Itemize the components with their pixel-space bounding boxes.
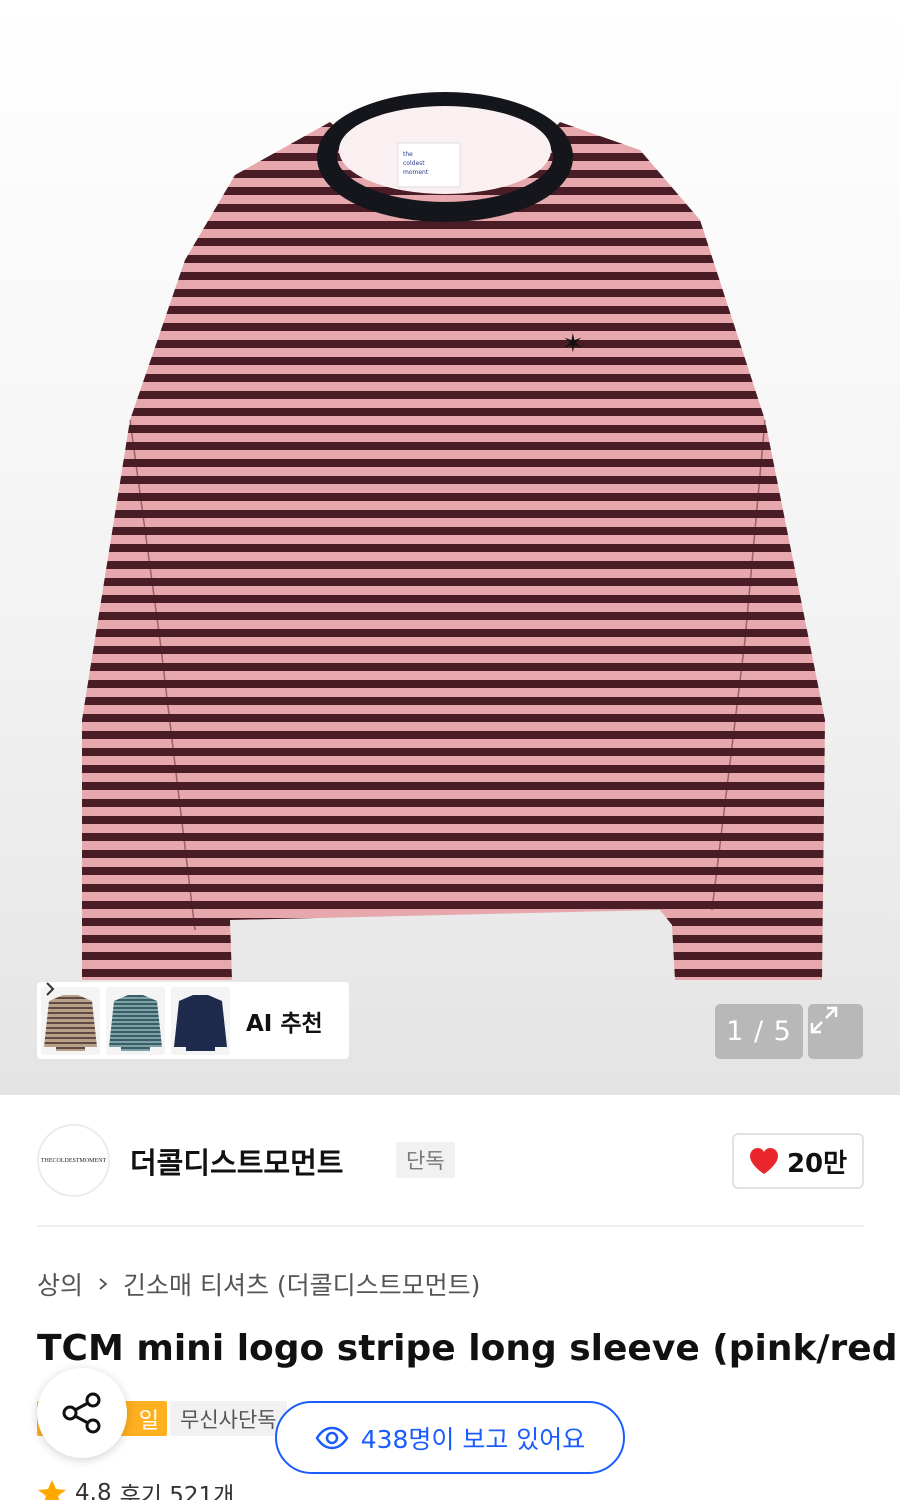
image-pager: 1 / 5: [715, 1004, 803, 1059]
brand-row: THECOLDESTMOMENT 더콜디스트모먼트 단독 20만: [37, 1124, 864, 1198]
like-button[interactable]: 20만: [732, 1133, 864, 1189]
navy-thumb[interactable]: [171, 986, 230, 1055]
chevron-right-icon: [46, 982, 55, 996]
svg-text:✶: ✶: [562, 329, 584, 359]
teal-stripe-thumb[interactable]: [106, 986, 165, 1055]
ai-recommend-card[interactable]: AI 추천: [37, 982, 349, 1059]
product-image: the coldest moment ✶: [82, 92, 825, 980]
review-count[interactable]: 후기 521개: [120, 1476, 235, 1500]
svg-text:coldest: coldest: [403, 160, 425, 167]
viewers-text: 438명이 보고 있어요: [360, 1424, 586, 1454]
viewers-pill[interactable]: 438명이 보고 있어요: [275, 1401, 625, 1474]
eye-icon: [315, 1426, 349, 1449]
heart-icon: [749, 1148, 778, 1174]
exclusive-badge: 단독: [396, 1142, 455, 1178]
product-image-gallery[interactable]: the coldest moment ✶ AI 추천 1 / 5: [0, 0, 900, 1095]
expand-image-button[interactable]: [808, 1004, 863, 1059]
product-title: TCM mini logo stripe long sleeve (pink/r…: [37, 1328, 900, 1369]
brand-logo[interactable]: THECOLDESTMOMENT: [37, 1124, 110, 1197]
expand-icon: [810, 1006, 838, 1034]
brand-logo-text: THECOLDESTMOMENT: [40, 1157, 107, 1164]
breadcrumb: 상의 긴소매 티셔츠 (더콜디스트모먼트): [37, 1266, 480, 1302]
breadcrumb-subcategory[interactable]: 긴소매 티셔츠 (더콜디스트모먼트): [123, 1266, 480, 1302]
svg-text:moment: moment: [403, 169, 429, 176]
brown-stripe-thumb[interactable]: [41, 986, 100, 1055]
like-count: 20만: [786, 1148, 848, 1179]
svg-text:the: the: [403, 151, 413, 158]
chevron-right-icon: [99, 1278, 108, 1290]
musinsa-exclusive-tag: 무신사단독: [170, 1401, 287, 1436]
brand-name[interactable]: 더콜디스트모먼트: [130, 1140, 343, 1182]
share-button[interactable]: [37, 1368, 127, 1458]
rating-score: 4.8: [75, 1480, 112, 1500]
divider: [37, 1225, 864, 1227]
share-icon: [62, 1392, 101, 1434]
star-icon: [38, 1480, 66, 1500]
breadcrumb-category[interactable]: 상의: [37, 1266, 83, 1302]
rating-row[interactable]: 4.8 후기 521개: [37, 1476, 234, 1500]
ai-recommend-label[interactable]: AI 추천: [246, 1004, 323, 1038]
